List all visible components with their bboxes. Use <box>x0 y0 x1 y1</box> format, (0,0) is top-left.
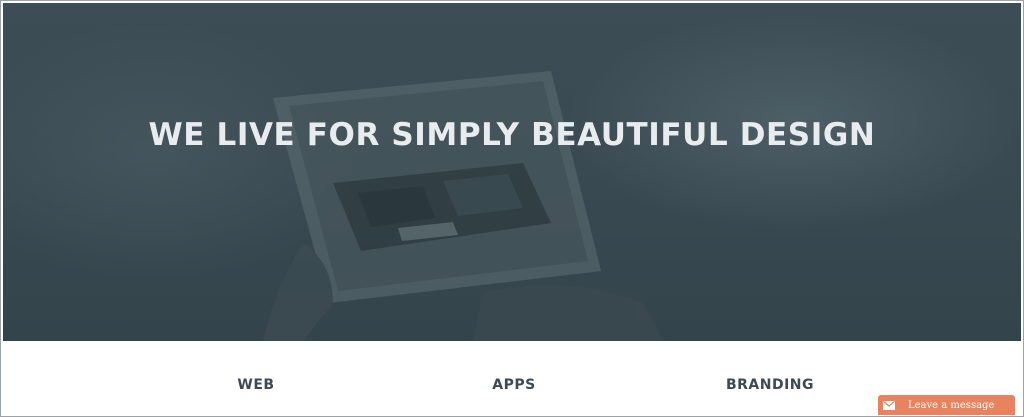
service-web-link[interactable]: WEB <box>186 377 326 393</box>
leave-message-button[interactable]: Leave a message <box>878 395 1015 415</box>
leave-message-label: Leave a message <box>908 399 995 411</box>
hero-banner: WE LIVE FOR SIMPLY BEAUTIFUL DESIGN <box>3 3 1021 341</box>
page-frame: WE LIVE FOR SIMPLY BEAUTIFUL DESIGN WEB … <box>0 0 1024 417</box>
hero-title: WE LIVE FOR SIMPLY BEAUTIFUL DESIGN <box>148 117 876 153</box>
service-apps-link[interactable]: APPS <box>444 377 584 393</box>
envelope-icon <box>878 395 900 415</box>
tablet-photo-background <box>263 71 663 341</box>
services-nav: WEB APPS BRANDING <box>3 341 1021 416</box>
service-branding-link[interactable]: BRANDING <box>700 377 840 393</box>
